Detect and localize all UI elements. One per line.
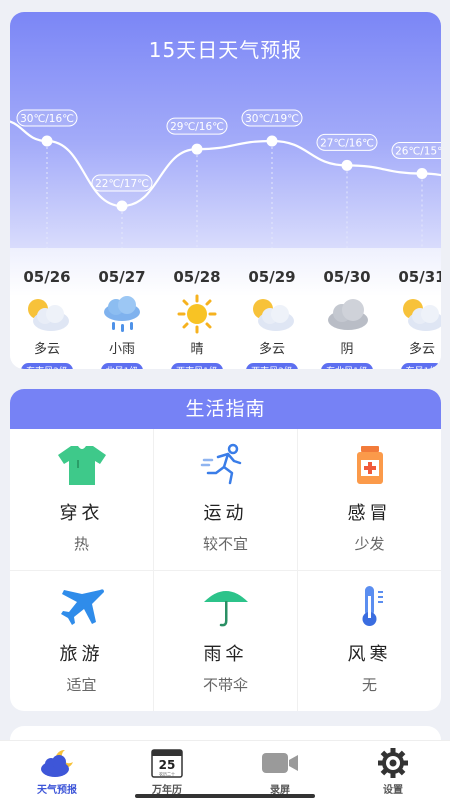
day-date: 05/31 bbox=[398, 268, 441, 286]
sun-icon bbox=[171, 294, 223, 334]
forecast-day[interactable]: 05/27 小雨 北风1级 bbox=[85, 248, 159, 369]
bottom-tab-bar: 天气预报 25 农历二十 万年历 录屏 设置 bbox=[0, 740, 450, 800]
day-condition: 小雨 bbox=[108, 342, 135, 357]
guide-item[interactable]: 运动 较不宜 bbox=[154, 429, 297, 570]
temperature-point bbox=[41, 135, 53, 147]
day-condition: 多云 bbox=[258, 342, 285, 357]
forecast-chart-area: 30℃/16℃ 22℃/17℃ 29℃/16℃ 30℃/19℃ 27℃/16℃ 26℃/1… bbox=[10, 12, 441, 248]
temperature-label: 27℃/16℃ bbox=[316, 133, 378, 151]
temperature-label: 29℃/16℃ bbox=[166, 117, 228, 135]
forecast-title: 15天日天气预报 bbox=[148, 38, 303, 62]
forecast-day[interactable]: 05/26 多云 东南风2级 bbox=[10, 248, 84, 369]
umbrella-icon bbox=[200, 584, 252, 628]
guide-item-value: 不带伞 bbox=[202, 676, 248, 694]
temperature-label: 22℃/17℃ bbox=[91, 174, 153, 192]
partly-cloudy-icon bbox=[246, 294, 298, 334]
guide-item[interactable]: 感冒 少发 bbox=[298, 429, 441, 570]
home-indicator bbox=[135, 794, 315, 798]
wind-badge: 东风1级 bbox=[400, 363, 441, 369]
tshirt-icon bbox=[56, 443, 108, 487]
life-guide-card: 生活指南 穿衣 热 运动 较不宜 感冒 少发 旅游 适宜 雨伞 不带伞 风寒 无 bbox=[10, 389, 441, 711]
forecast-day[interactable]: 05/29 多云 西南风2级 bbox=[235, 248, 309, 369]
wind-badge: 北风1级 bbox=[100, 363, 144, 369]
overcast-icon bbox=[321, 294, 373, 334]
calendar-icon: 25 农历二十 bbox=[147, 747, 187, 779]
tab-video-camera[interactable]: 录屏 bbox=[235, 747, 325, 796]
temperature-label: 26℃/15℃ bbox=[391, 142, 441, 159]
forecast-day[interactable]: 05/31 多云 东风1级 bbox=[385, 248, 441, 369]
tab-label: 设置 bbox=[383, 785, 403, 796]
wind-badge: 西南风2级 bbox=[246, 363, 298, 369]
guide-item-value: 适宜 bbox=[66, 676, 97, 694]
day-date: 05/27 bbox=[98, 268, 146, 286]
temperature-point bbox=[266, 135, 278, 147]
day-condition: 阴 bbox=[340, 342, 354, 357]
svg-text:30℃/19℃: 30℃/19℃ bbox=[245, 113, 299, 125]
temperature-point bbox=[341, 159, 353, 171]
svg-text:26℃/15℃: 26℃/15℃ bbox=[395, 146, 441, 158]
guide-item-value: 无 bbox=[361, 676, 377, 694]
guide-item[interactable]: 风寒 无 bbox=[298, 570, 441, 711]
guide-item-value: 少发 bbox=[354, 535, 385, 553]
guide-item-name: 雨伞 bbox=[203, 644, 248, 665]
guide-item[interactable]: 旅游 适宜 bbox=[10, 570, 153, 711]
wind-badge: 东南风2级 bbox=[21, 363, 73, 369]
guide-item-value: 较不宜 bbox=[202, 535, 248, 553]
partly-cloudy-icon bbox=[21, 294, 73, 334]
forecast-card: 30℃/16℃ 22℃/17℃ 29℃/16℃ 30℃/19℃ 27℃/16℃ 26℃/1… bbox=[10, 12, 441, 369]
partly-cloudy-icon bbox=[396, 294, 441, 334]
day-condition: 晴 bbox=[190, 342, 204, 357]
running-icon bbox=[200, 443, 252, 487]
svg-text:22℃/17℃: 22℃/17℃ bbox=[95, 178, 149, 190]
forecast-day-row[interactable]: 05/26 多云 东南风2级 05/27 小雨 北风1级 05/28 bbox=[10, 248, 441, 369]
svg-text:25: 25 bbox=[159, 758, 176, 772]
day-date: 05/30 bbox=[323, 268, 371, 286]
guide-item[interactable]: 雨伞 不带伞 bbox=[154, 570, 297, 711]
weather-icon bbox=[37, 747, 77, 779]
day-condition: 多云 bbox=[408, 342, 435, 357]
temperature-label: 30℃/19℃ bbox=[241, 109, 303, 127]
guide-item-name: 旅游 bbox=[59, 644, 104, 665]
svg-text:30℃/16℃: 30℃/16℃ bbox=[20, 113, 74, 125]
temperature-line bbox=[10, 120, 441, 208]
wind-badge: 东北风1级 bbox=[321, 363, 373, 369]
temperature-point bbox=[116, 200, 128, 212]
tab-calendar[interactable]: 25 农历二十 万年历 bbox=[122, 747, 212, 796]
tab-label: 天气预报 bbox=[37, 785, 77, 796]
forecast-day[interactable]: 05/28 晴 西南风1级 bbox=[160, 248, 234, 369]
wind-badge: 西南风1级 bbox=[171, 363, 223, 369]
guide-item-value: 热 bbox=[73, 535, 89, 553]
life-guide-grid: 穿衣 热 运动 较不宜 感冒 少发 旅游 适宜 雨伞 不带伞 风寒 无 bbox=[10, 429, 441, 711]
gear-icon bbox=[373, 747, 413, 779]
forecast-day[interactable]: 05/30 阴 东北风1级 bbox=[310, 248, 384, 369]
life-guide-title: 生活指南 bbox=[10, 389, 441, 429]
day-date: 05/28 bbox=[173, 268, 221, 286]
day-condition: 多云 bbox=[33, 342, 60, 357]
svg-text:29℃/16℃: 29℃/16℃ bbox=[170, 121, 224, 133]
tab-weather[interactable]: 天气预报 bbox=[12, 747, 102, 796]
guide-item-name: 运动 bbox=[203, 503, 248, 524]
day-date: 05/26 bbox=[23, 268, 71, 286]
rain-icon bbox=[96, 294, 148, 334]
tab-gear[interactable]: 设置 bbox=[348, 747, 438, 796]
video-camera-icon bbox=[260, 747, 300, 779]
svg-text:27℃/16℃: 27℃/16℃ bbox=[320, 137, 374, 149]
thermometer-icon bbox=[344, 584, 396, 628]
temperature-point bbox=[191, 143, 203, 155]
guide-item-name: 穿衣 bbox=[59, 503, 104, 524]
medicine-icon bbox=[344, 443, 396, 487]
guide-item-name: 风寒 bbox=[347, 644, 392, 665]
airplane-icon bbox=[56, 584, 108, 628]
temperature-label: 30℃/16℃ bbox=[16, 109, 78, 127]
day-date: 05/29 bbox=[248, 268, 296, 286]
guide-item[interactable]: 穿衣 热 bbox=[10, 429, 153, 570]
svg-text:农历二十: 农历二十 bbox=[159, 771, 175, 777]
guide-item-name: 感冒 bbox=[347, 503, 392, 524]
temperature-point bbox=[416, 168, 428, 179]
